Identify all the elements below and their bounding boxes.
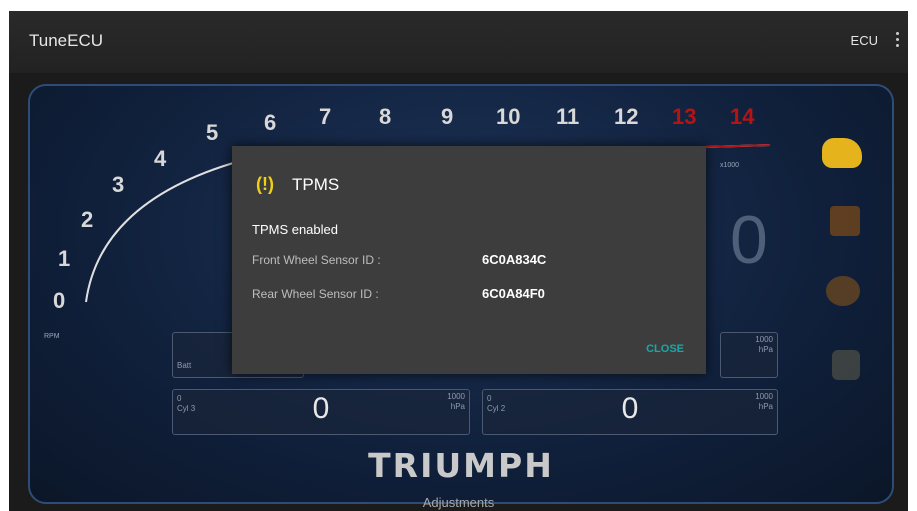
close-button[interactable]: CLOSE — [646, 343, 684, 355]
rpm-tick-5: 5 — [206, 120, 219, 145]
rpm-tick-10: 10 — [496, 104, 521, 129]
cyl2-value: 0 — [621, 392, 639, 425]
engine-warning-icon[interactable] — [822, 138, 862, 168]
rpm-tick-8: 8 — [379, 104, 392, 129]
dialog-title: TPMS — [292, 175, 340, 194]
app-bar: TuneECU ECU — [9, 11, 908, 73]
rpm-tick-4: 4 — [154, 146, 167, 171]
rpm-tick-14: 14 — [730, 104, 755, 129]
rear-sensor-id: 6C0A84F0 — [482, 286, 545, 301]
rpm-tick-12: 12 — [614, 104, 639, 129]
rpm-tick-3: 3 — [112, 172, 125, 197]
speed-readout: 0 — [730, 202, 768, 278]
cylinder-2-card: 0 Cyl 2 1000 hPa 0 — [482, 389, 778, 435]
overflow-menu-icon[interactable] — [892, 29, 902, 53]
front-sensor-id: 6C0A834C — [482, 252, 547, 267]
triumph-logo: TRIUMPH — [368, 446, 554, 485]
rpm-tick-6: 6 — [264, 110, 277, 135]
fan-icon[interactable] — [830, 206, 860, 236]
settings-icon[interactable] — [832, 350, 860, 380]
battery-label: Batt — [177, 361, 192, 370]
rpm-tick-1: 1 — [58, 246, 71, 271]
tpms-status: TPMS enabled — [252, 222, 338, 237]
rpm-unit-label: RPM — [44, 333, 60, 340]
front-sensor-label: Front Wheel Sensor ID : — [252, 253, 381, 267]
tpms-warning-icon: (!) — [256, 174, 274, 194]
tpms-dialog: (!) TPMS TPMS enabled Front Wheel Sensor… — [232, 146, 706, 374]
rpm-tick-0: 0 — [53, 288, 66, 313]
rpm-tick-13: 13 — [672, 104, 697, 129]
rpm-tick-11: 11 — [556, 104, 580, 129]
rpm-tick-9: 9 — [441, 104, 454, 129]
rpm-multiplier-label: x1000 — [720, 162, 740, 169]
app-title: TuneECU — [29, 31, 104, 50]
rpm-tick-2: 2 — [81, 207, 94, 232]
rpm-tick-7: 7 — [319, 104, 332, 129]
cyl3-value: 0 — [312, 392, 330, 425]
cylinder-3-card: 0 Cyl 3 1000 hPa 0 — [172, 389, 470, 435]
adjustments-tab[interactable]: Adjustments — [9, 495, 908, 510]
pressure-card-right-top: 1000 hPa — [720, 332, 778, 378]
ecu-menu-button[interactable]: ECU — [851, 33, 878, 48]
rear-sensor-label: Rear Wheel Sensor ID : — [252, 287, 379, 301]
pressure-top-value: 1000 hPa — [755, 335, 773, 354]
oil-icon[interactable] — [826, 276, 860, 306]
